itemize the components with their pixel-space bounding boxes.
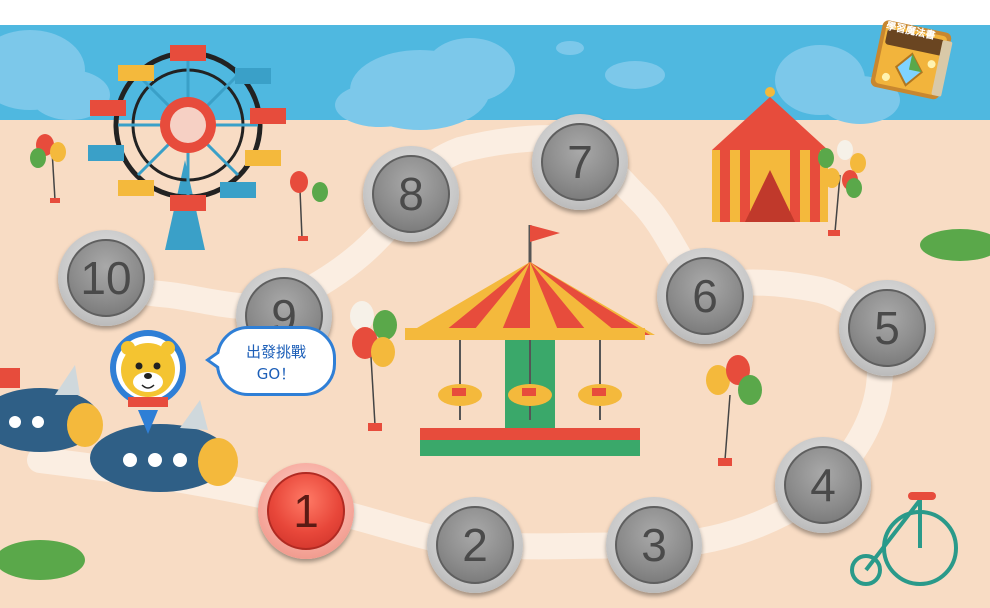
- level-button-4[interactable]: 4: [775, 437, 871, 533]
- carousel: [405, 225, 655, 456]
- level-button-2[interactable]: 2: [427, 497, 523, 593]
- level-number: 2: [462, 519, 488, 571]
- level-number: 1: [293, 485, 319, 537]
- level-number: 3: [641, 519, 667, 571]
- level-button-3[interactable]: 3: [606, 497, 702, 593]
- level-number: 8: [398, 168, 424, 220]
- level-button-5[interactable]: 5: [839, 280, 935, 376]
- player-marker: [110, 330, 186, 434]
- speech-bubble: 出發挑戰 GO！: [216, 326, 336, 396]
- level-button-8[interactable]: 8: [363, 146, 459, 242]
- level-number: 4: [810, 459, 836, 511]
- level-number: 7: [567, 136, 593, 188]
- level-number: 10: [80, 252, 132, 304]
- level-button-7[interactable]: 7: [532, 114, 628, 210]
- ferris-wheel: [88, 45, 286, 250]
- level-number: 5: [874, 302, 900, 354]
- level-button-10[interactable]: 10: [58, 230, 154, 326]
- level-button-6[interactable]: 6: [657, 248, 753, 344]
- balloons-middle: [706, 355, 762, 466]
- level-number: 6: [692, 270, 718, 322]
- speech-text-line1: 出發挑戰: [245, 343, 306, 361]
- game-stage: 1 2 3 4 5 6 7 8 9 10 出發挑戰 GO！ 學習魔法書: [0, 0, 990, 608]
- speech-text-line2: GO！: [256, 365, 296, 383]
- level-button-1[interactable]: 1: [258, 463, 354, 559]
